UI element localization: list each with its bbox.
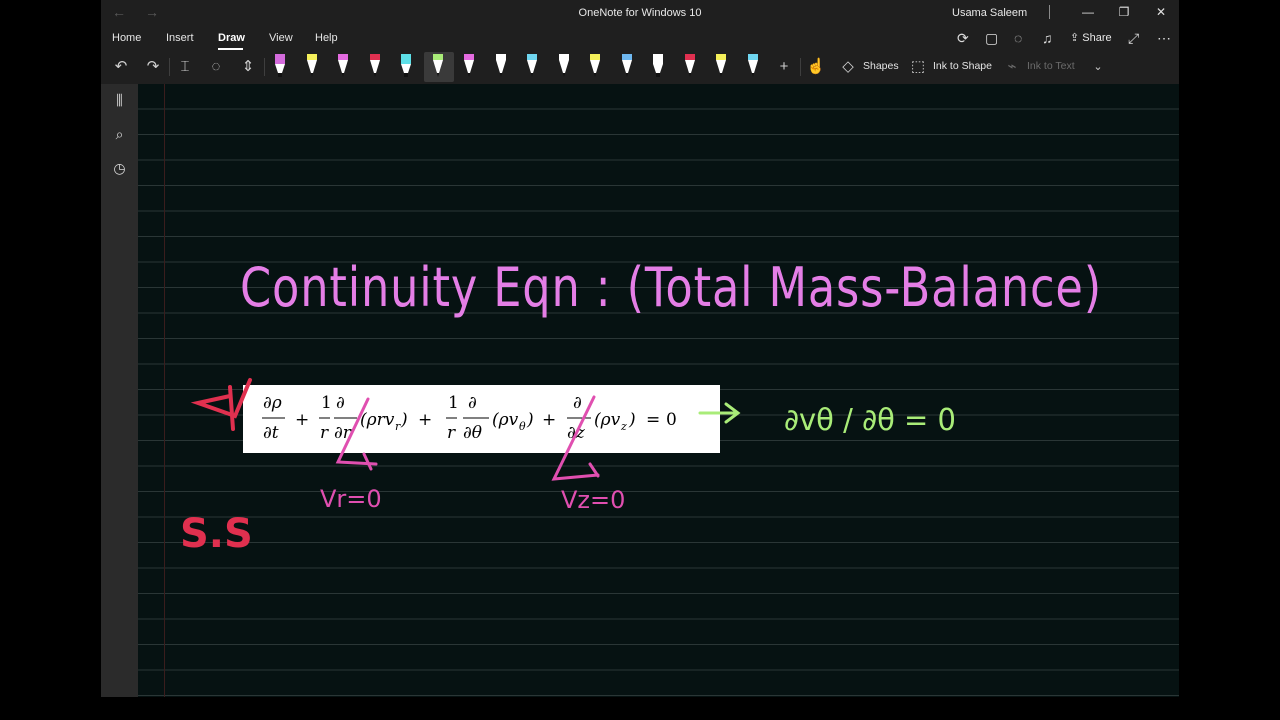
ink-layer: Continuity Eqn : (Total Mass-Balance) S.…	[180, 256, 1102, 557]
pen-tip-icon	[684, 54, 695, 77]
toolbar-separator	[264, 58, 265, 76]
tab-draw[interactable]: Draw	[218, 32, 245, 44]
toolbar-separator	[800, 58, 801, 76]
vz-cancellation	[551, 395, 600, 481]
user-name[interactable]: Usama Saleem	[952, 7, 1027, 19]
pen-tool[interactable]	[462, 53, 476, 79]
tab-insert[interactable]: Insert	[166, 32, 194, 44]
pen-tip-icon	[527, 54, 537, 77]
steady-state-annotation	[190, 378, 252, 431]
steady-state-label: S.S	[180, 511, 253, 557]
pen-tip-icon	[432, 54, 443, 77]
ink-to-text-button: Ink to Text	[1027, 60, 1075, 72]
pen-tool[interactable]	[588, 53, 602, 79]
pen-tip-icon	[747, 54, 758, 77]
lasso-select-icon[interactable]: ◌	[205, 56, 227, 78]
ink-to-text-icon: ⌁	[1007, 58, 1017, 75]
tab-view[interactable]: View	[269, 32, 293, 44]
pen-tool[interactable]	[714, 53, 728, 79]
vr-cancellation	[335, 397, 378, 471]
more-options-icon[interactable]: ⋯	[1157, 30, 1171, 47]
pen-tip-icon	[369, 54, 380, 77]
title-separator	[1049, 5, 1050, 19]
heading-ink-text: Continuity Eqn : (Total Mass-Balance)	[240, 256, 1102, 319]
pen-tip-icon	[716, 54, 726, 77]
result-arrow	[698, 402, 741, 424]
shapes-button[interactable]: Shapes	[863, 60, 899, 72]
ink-to-shape-button[interactable]: Ink to Shape	[933, 60, 992, 72]
note-canvas[interactable]: ∂ρ ∂t + 1 r ∂ ∂r (ρrv r ) + 1 r ∂ ∂θ (ρv…	[138, 84, 1179, 697]
pen-tool[interactable]	[431, 53, 445, 79]
pen-tool[interactable]	[525, 53, 539, 79]
fullscreen-icon[interactable]: ⤢	[1128, 30, 1139, 47]
pen-tool[interactable]	[557, 53, 571, 79]
vz-zero-label: Vz=0	[561, 486, 625, 514]
active-tab-indicator	[218, 48, 243, 50]
share-label: Share	[1082, 32, 1112, 44]
insert-space-icon[interactable]: ⇕	[237, 56, 259, 78]
add-pen-icon[interactable]: +	[773, 56, 795, 78]
pen-tip-icon	[621, 54, 632, 77]
tab-help[interactable]: Help	[315, 32, 338, 44]
result-ink: ∂vθ / ∂θ = 0	[784, 403, 956, 438]
onenote-window: ← → OneNote for Windows 10 Usama Saleem …	[101, 0, 1179, 697]
notebooks-icon[interactable]: ⫼	[101, 92, 138, 109]
ink-to-shape-icon[interactable]: ⬚	[907, 56, 929, 78]
pen-tool[interactable]	[620, 53, 634, 79]
pen-tip-icon	[275, 54, 285, 77]
pen-tip-icon	[590, 54, 600, 77]
chevron-down-icon[interactable]: ⌄	[1087, 56, 1109, 78]
restore-icon[interactable]: ❐	[1112, 3, 1136, 21]
highlighter-tool[interactable]	[399, 53, 413, 79]
pen-tool[interactable]	[494, 53, 508, 79]
pen-tip-icon	[558, 54, 569, 77]
highlighter-tool[interactable]	[651, 53, 665, 79]
pen-tip-icon	[464, 54, 474, 77]
pen-tip-icon	[401, 54, 411, 77]
pen-tool[interactable]	[305, 53, 319, 79]
redo-icon[interactable]: ↷	[142, 56, 164, 78]
page-view-icon[interactable]: ▢	[985, 30, 998, 47]
minimize-icon[interactable]: —	[1076, 3, 1100, 21]
undo-icon[interactable]: ↶	[110, 56, 132, 78]
heading-ink: Continuity Eqn : (Total Mass-Balance)	[240, 256, 1102, 319]
lightbulb-icon[interactable]: ◌	[1014, 30, 1022, 46]
title-bar: ← → OneNote for Windows 10 Usama Saleem …	[101, 0, 1179, 26]
tab-home[interactable]: Home	[112, 32, 141, 44]
sync-icon[interactable]: ⟳	[957, 30, 969, 47]
touch-draw-icon[interactable]: ☝	[805, 56, 827, 78]
share-button[interactable]: ⇪ Share	[1070, 31, 1112, 44]
close-icon[interactable]: ✕	[1149, 3, 1173, 21]
recent-icon[interactable]: ◷	[101, 160, 138, 177]
pen-tip-icon	[306, 54, 317, 77]
pen-tool[interactable]	[683, 53, 697, 79]
toolbar-separator	[169, 58, 170, 76]
shapes-icon[interactable]: ◇	[837, 56, 859, 78]
type-select-icon[interactable]: ⌶	[174, 56, 196, 78]
draw-toolbar: ↶ ↷ ⌶ ◌ ⇕ + ☝ ◇ Shapes ⬚ Ink to Shape ⌁ …	[101, 52, 1179, 82]
pen-tool[interactable]	[336, 53, 350, 79]
search-icon[interactable]: ⌕	[101, 126, 138, 143]
share-icon: ⇪	[1070, 32, 1080, 44]
highlighter-tool[interactable]	[273, 53, 287, 79]
pen-tip-icon	[338, 54, 348, 77]
bell-icon[interactable]: ♫	[1042, 30, 1053, 46]
pen-tip-icon	[653, 54, 663, 77]
vr-zero-label: Vr=0	[320, 485, 382, 513]
left-nav: ⫼ ⌕ ◷	[101, 84, 138, 697]
pen-tool[interactable]	[746, 53, 760, 79]
pen-tool[interactable]	[368, 53, 382, 79]
result-ink-text: ∂vθ / ∂θ = 0	[784, 403, 956, 438]
pen-tip-icon	[495, 54, 506, 77]
